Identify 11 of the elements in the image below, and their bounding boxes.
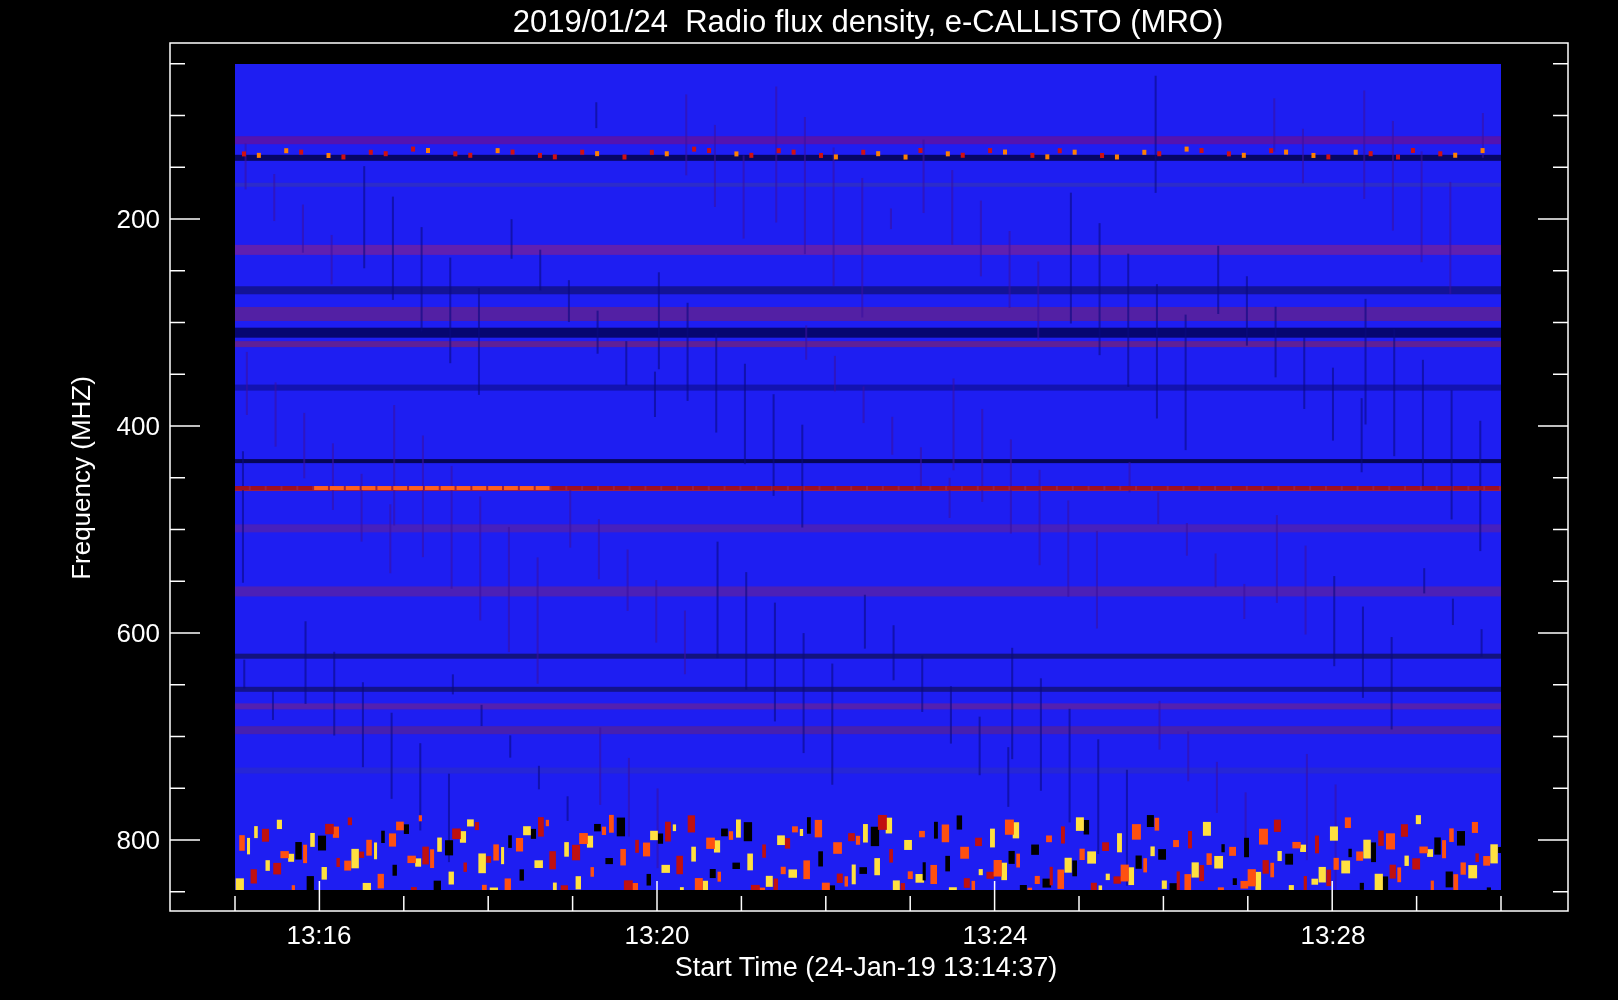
x-axis-label: Start Time (24-Jan-19 13:14:37) [674, 952, 1058, 982]
x-tick-label: 13:24 [962, 920, 1028, 950]
chart-title: 2019/01/24 Radio flux density, e-CALLISTO (MRO) [512, 4, 1224, 39]
x-tick-label: 13:28 [1300, 920, 1366, 950]
y-tick-label: 600 [116, 618, 160, 648]
y-tick-label: 400 [116, 411, 160, 441]
y-tick-label: 800 [116, 825, 160, 855]
y-axis-label: Frequency (MHZ) [66, 376, 96, 580]
x-tick-label: 13:16 [286, 920, 352, 950]
x-tick-label: 13:20 [624, 920, 690, 950]
y-tick-label: 200 [116, 204, 160, 234]
